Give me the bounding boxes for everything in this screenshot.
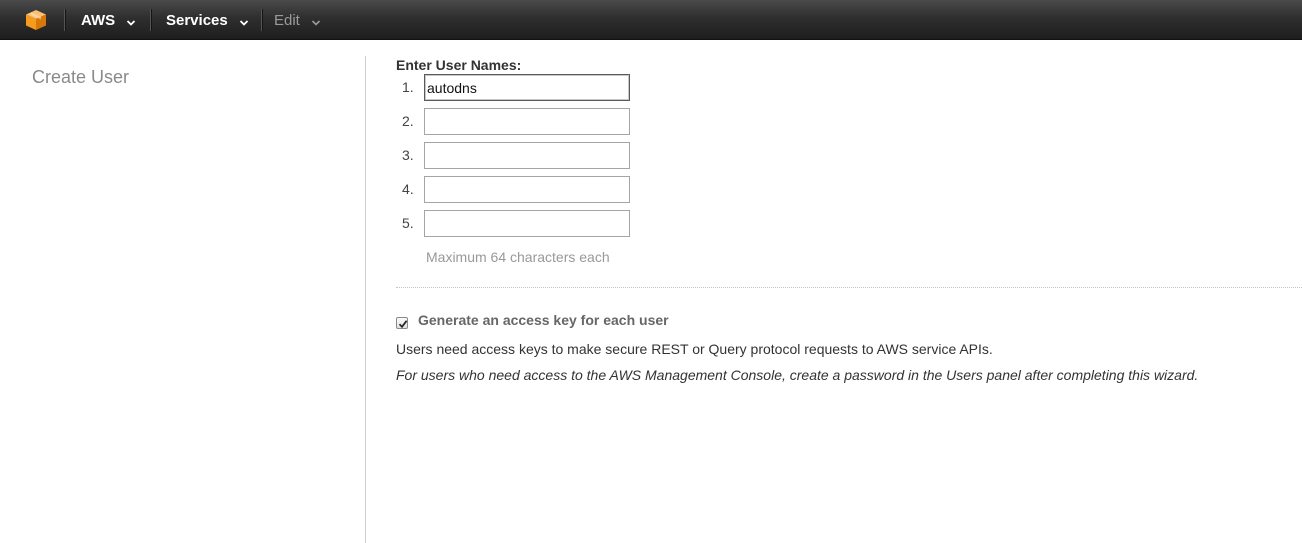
- top-nav-bar: AWS Services Edit: [0, 0, 1302, 40]
- section-divider: [396, 287, 1302, 288]
- generate-access-key-label[interactable]: Generate an access key for each user: [418, 312, 669, 328]
- nav-services-label: Services: [166, 11, 228, 29]
- nav-services-menu[interactable]: Services: [166, 0, 249, 40]
- panel-divider: [365, 56, 366, 543]
- access-key-description: Users need access keys to make secure RE…: [396, 341, 993, 357]
- user-name-input-4[interactable]: [424, 176, 630, 203]
- aws-cube-icon[interactable]: [24, 8, 48, 32]
- row-number: 3.: [402, 147, 414, 163]
- chevron-down-icon: [239, 15, 249, 26]
- chevron-down-icon: [311, 15, 321, 26]
- row-number: 1.: [402, 79, 414, 95]
- user-name-input-3[interactable]: [424, 142, 630, 169]
- nav-aws-label: AWS: [81, 11, 116, 29]
- row-number: 2.: [402, 113, 414, 129]
- nav-separator: [261, 9, 262, 31]
- console-password-note: For users who need access to the AWS Man…: [396, 367, 1199, 383]
- max-length-hint: Maximum 64 characters each: [426, 249, 610, 265]
- generate-access-key-checkbox[interactable]: [396, 317, 408, 329]
- checkmark-icon: [398, 320, 408, 329]
- chevron-down-icon: [126, 15, 136, 26]
- user-name-input-1[interactable]: [424, 74, 630, 101]
- nav-edit-label: Edit: [274, 11, 300, 29]
- nav-separator: [64, 9, 65, 31]
- user-name-input-2[interactable]: [424, 108, 630, 135]
- nav-separator: [150, 9, 151, 31]
- page-title: Create User: [32, 67, 130, 87]
- row-number: 4.: [402, 181, 414, 197]
- nav-aws-menu[interactable]: AWS: [81, 0, 136, 40]
- row-number: 5.: [402, 215, 414, 231]
- nav-edit-menu[interactable]: Edit: [274, 0, 321, 40]
- user-name-input-5[interactable]: [424, 210, 630, 237]
- user-names-label: Enter User Names:: [396, 57, 522, 73]
